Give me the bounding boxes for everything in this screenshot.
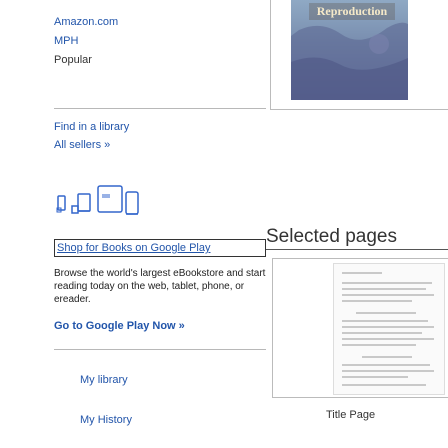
divider bbox=[54, 108, 266, 109]
cover-art bbox=[291, 22, 408, 100]
thumbnail-text-line bbox=[342, 384, 426, 386]
thumbnail-text-line bbox=[342, 320, 428, 322]
thumbnail-text-line bbox=[342, 332, 422, 334]
title-page-thumbnail[interactable] bbox=[333, 263, 445, 395]
buy-links-list: Amazon.com MPH Popular bbox=[54, 13, 266, 70]
thumbnail-text-line bbox=[362, 356, 412, 358]
google-books-logo[interactable] bbox=[54, 184, 174, 220]
thumbnail-text-line bbox=[342, 370, 434, 372]
shop-google-play-link[interactable]: Shop for Books on Google Play bbox=[57, 241, 210, 255]
thumbnail-text-line bbox=[342, 288, 426, 290]
popular-label: Popular bbox=[54, 54, 92, 66]
find-in-library-link[interactable]: Find in a library bbox=[54, 118, 266, 136]
my-library-link[interactable]: My library bbox=[80, 374, 128, 386]
divider bbox=[54, 349, 266, 350]
thumbnail-text-line bbox=[342, 300, 412, 302]
selected-pages-heading: Selected pages bbox=[266, 226, 397, 247]
thumbnail-text-line bbox=[342, 294, 434, 296]
shop-bar: Shop for Books on Google Play bbox=[54, 239, 266, 257]
thumbnail-text-line bbox=[342, 282, 432, 284]
mph-link[interactable]: MPH bbox=[54, 32, 266, 51]
thumbnail-text-line bbox=[342, 338, 434, 340]
thumbnail-text-line bbox=[342, 344, 416, 346]
divider bbox=[266, 249, 448, 250]
page-thumbnail-panel bbox=[272, 258, 448, 398]
thumbnail-text-line bbox=[342, 272, 382, 274]
book-cover-panel: Reproduction bbox=[270, 0, 448, 110]
thumbnail-text-line bbox=[342, 376, 408, 378]
thumbnail-text-line bbox=[342, 326, 434, 328]
thumbnail-caption: Title Page bbox=[326, 409, 376, 421]
book-cover-image[interactable]: Reproduction bbox=[291, 0, 408, 100]
thumbnail-text-line bbox=[356, 312, 416, 314]
left-column: Amazon.com MPH Popular Find in a library… bbox=[0, 0, 268, 448]
all-sellers-link[interactable]: All sellers » bbox=[54, 136, 266, 154]
thumbnail-text-line bbox=[342, 364, 430, 366]
my-history-link[interactable]: My History bbox=[80, 414, 132, 426]
amazon-link[interactable]: Amazon.com bbox=[54, 13, 266, 32]
ebookstore-description: Browse the world's largest eBookstore an… bbox=[54, 268, 266, 305]
go-to-google-play-link[interactable]: Go to Google Play Now » bbox=[54, 320, 185, 332]
find-block: Find in a library All sellers » bbox=[54, 118, 266, 154]
